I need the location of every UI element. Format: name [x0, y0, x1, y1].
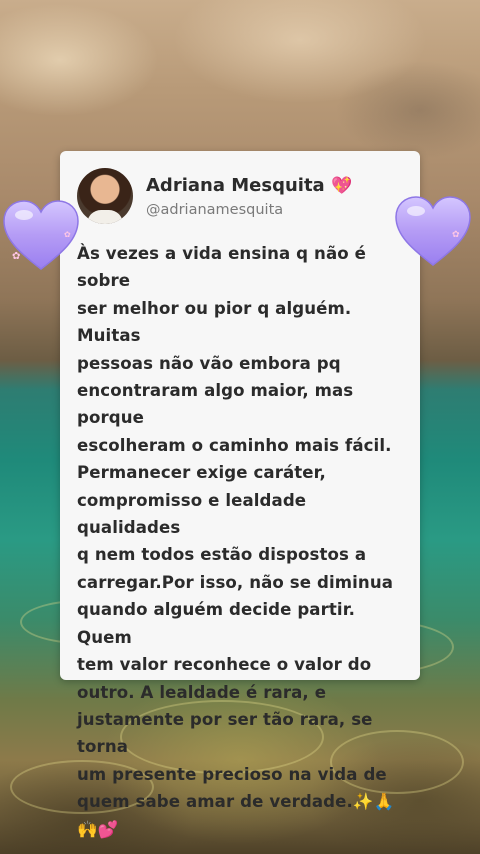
author-handle[interactable]: @adrianamesquita — [146, 202, 283, 218]
svg-text:✿: ✿ — [64, 230, 71, 239]
svg-text:✿: ✿ — [452, 230, 460, 240]
author-name-text: Adriana Mesquita — [146, 175, 325, 196]
purple-heart-icon: ✿ ✿ — [3, 200, 79, 270]
author-name[interactable]: Adriana Mesquita 💖 — [146, 175, 352, 196]
sparkling-heart-icon: 💖 — [330, 176, 353, 196]
post-card: Adriana Mesquita 💖 @adrianamesquita Às v… — [60, 151, 420, 839]
svg-text:✿: ✿ — [12, 251, 20, 262]
post-text: Às vezes a vida ensina q não é sobre ser… — [77, 244, 395, 839]
purple-heart-icon: ✿ — [395, 196, 471, 266]
avatar[interactable] — [77, 168, 133, 224]
avatar-shirt — [87, 210, 123, 224]
